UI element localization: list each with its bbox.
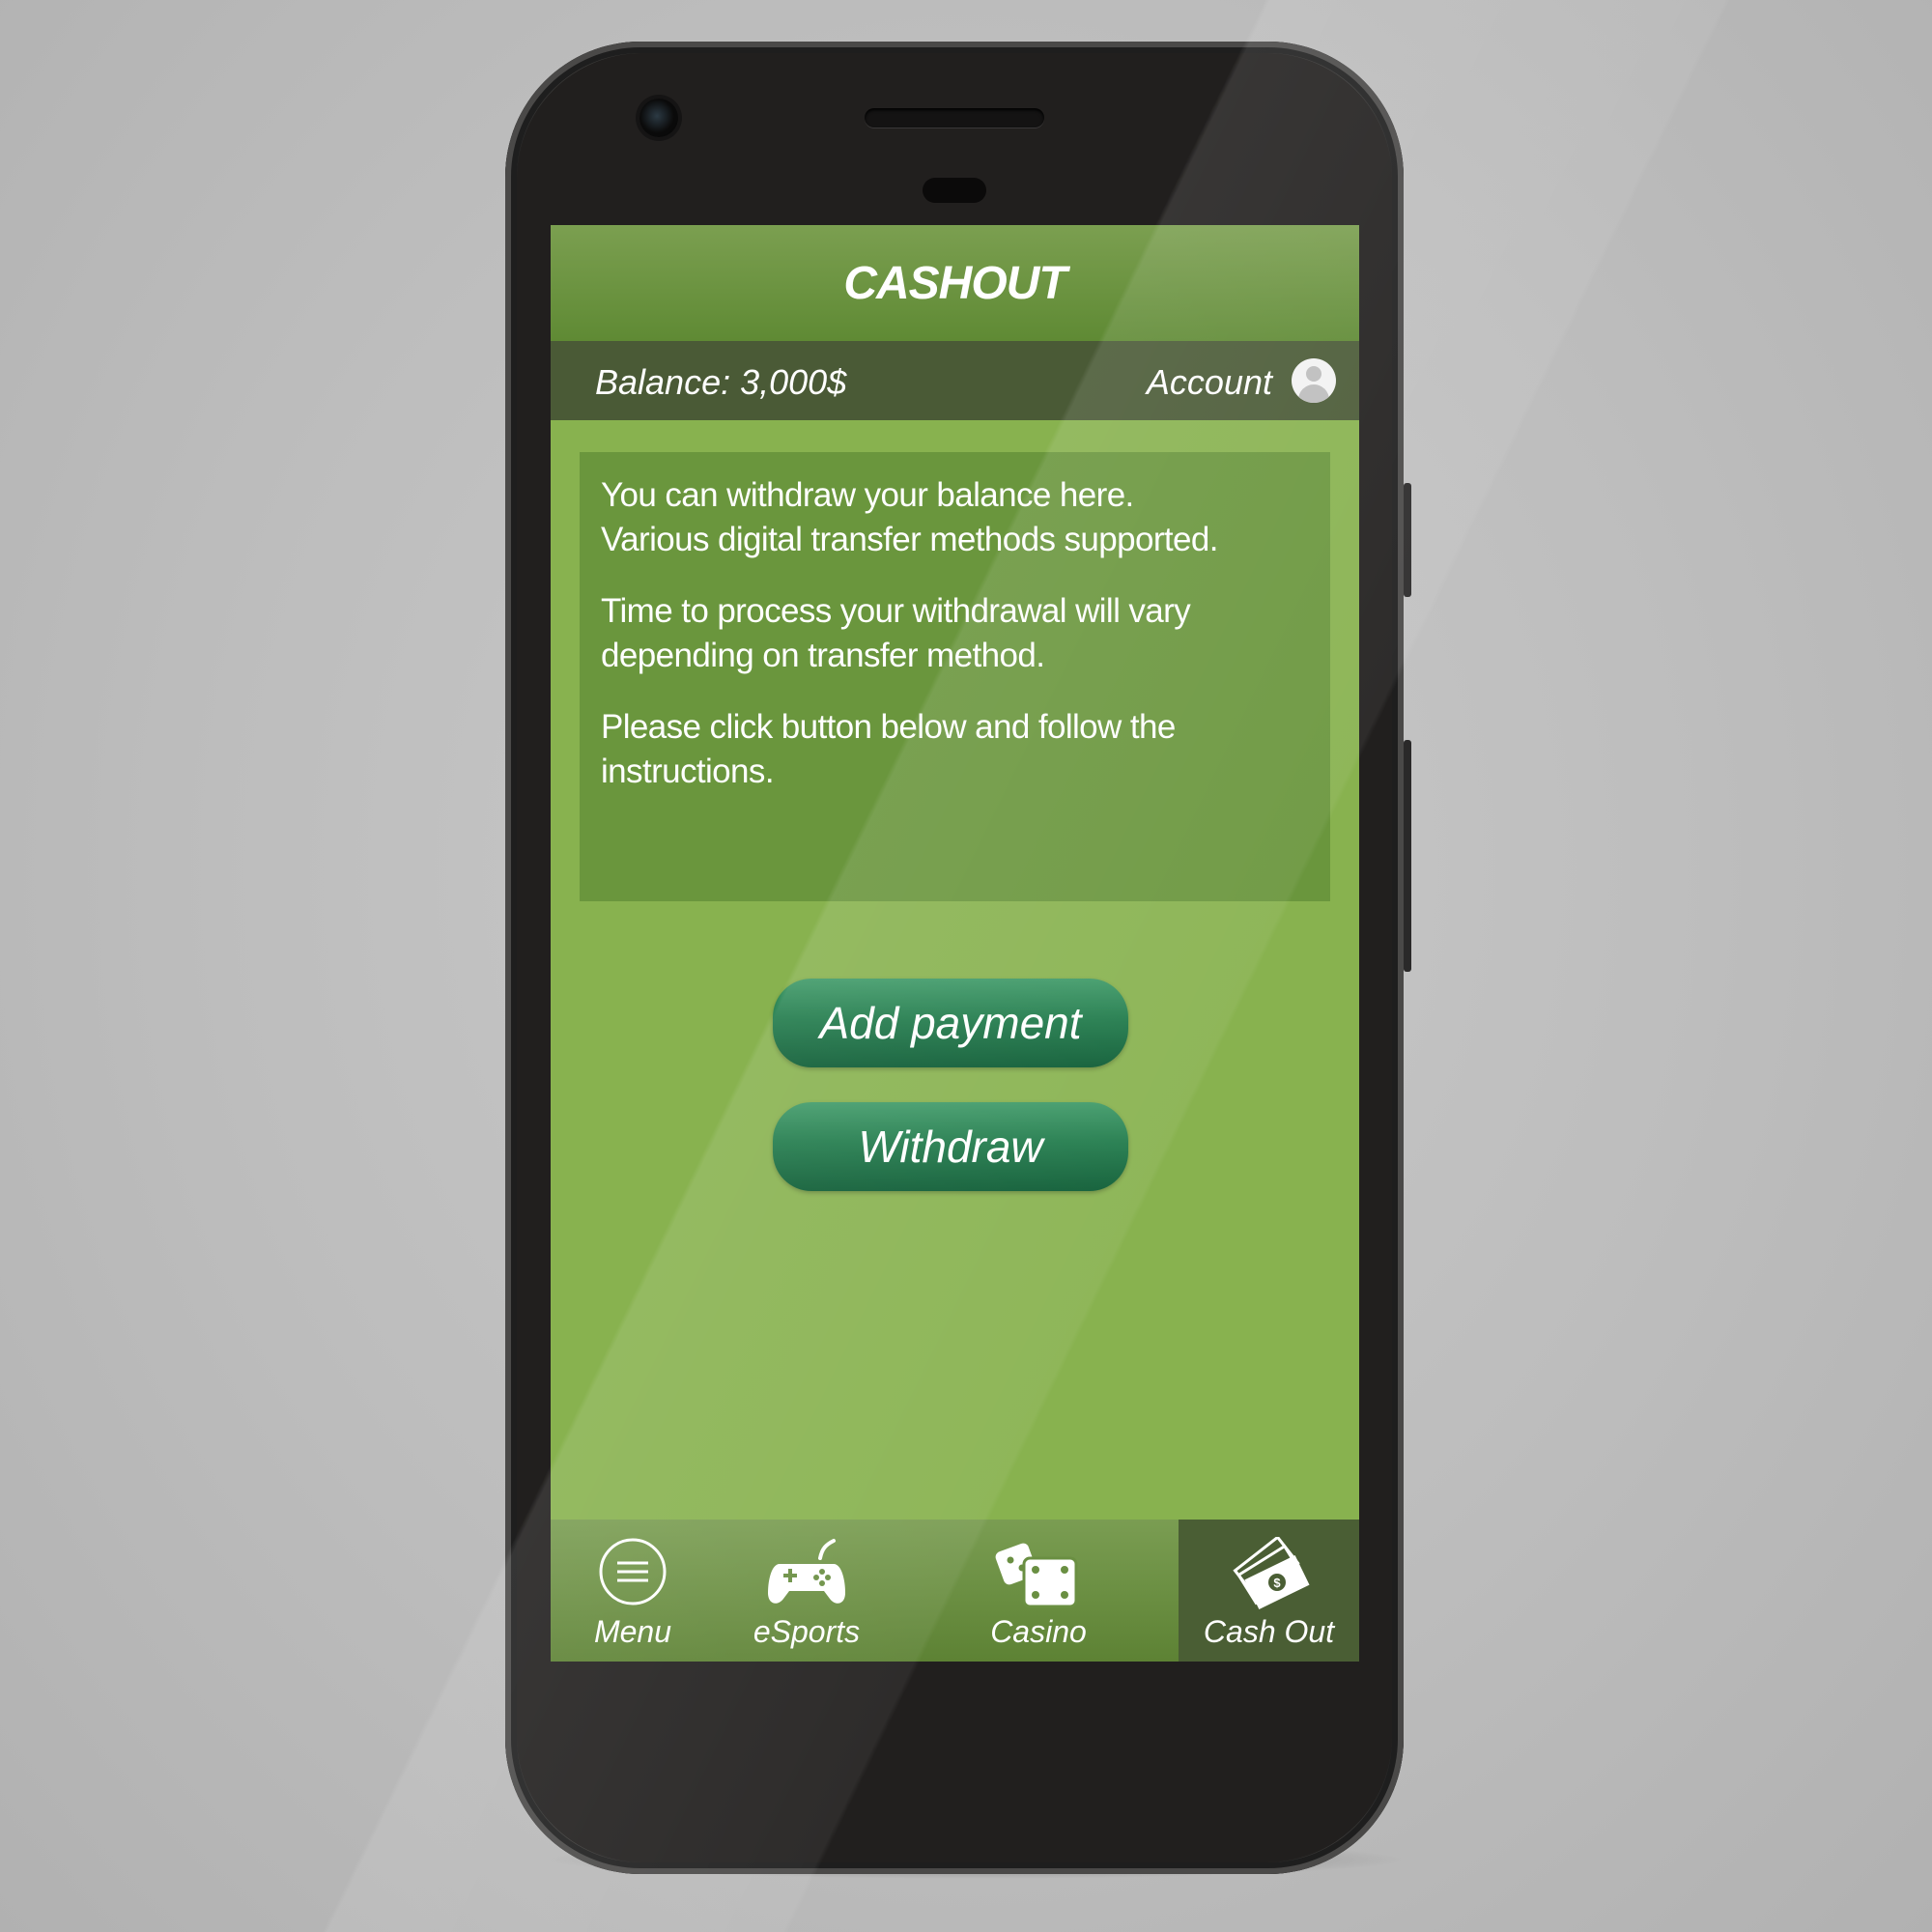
info-paragraph-2: Time to process your withdrawal will var… (601, 589, 1309, 678)
info-box: You can withdraw your balance here. Vari… (580, 452, 1330, 901)
account-avatar-icon[interactable] (1292, 358, 1336, 403)
svg-text:$: $ (1273, 1576, 1281, 1590)
info-line: You can withdraw your balance here. (601, 476, 1134, 514)
info-line: depending on transfer method. (601, 637, 1045, 674)
add-payment-button[interactable]: Add payment (773, 979, 1128, 1067)
title-bar: CASHOUT (551, 225, 1359, 341)
account-link[interactable]: Account (1147, 362, 1272, 403)
balance-text: Balance: 3,000$ (595, 362, 847, 402)
nav-item-menu[interactable]: Menu (551, 1520, 715, 1662)
menu-icon (599, 1538, 667, 1605)
dice-icon (995, 1543, 1078, 1608)
app-screen: CASHOUT Balance: 3,000$ Account You can … (551, 225, 1359, 1662)
nav-label: eSports (753, 1614, 861, 1649)
nav-item-cash-out[interactable]: $ Cash Out (1179, 1520, 1359, 1662)
withdraw-button[interactable]: Withdraw (773, 1102, 1128, 1191)
info-line: Various digital transfer methods support… (601, 521, 1219, 558)
earpiece-speaker (865, 108, 1044, 128)
volume-button (1404, 740, 1411, 972)
nav-label: Menu (593, 1614, 672, 1649)
cash-icon: $ (1232, 1537, 1310, 1609)
proximity-sensor (923, 178, 986, 203)
info-paragraph-1: You can withdraw your balance here. Vari… (601, 473, 1309, 562)
nav-item-esports[interactable]: eSports (715, 1520, 898, 1662)
page-title: CASHOUT (843, 257, 1066, 309)
info-line: instructions. (601, 753, 775, 790)
info-line: Please click button below and follow the (601, 708, 1176, 746)
nav-item-casino[interactable]: Casino (898, 1520, 1179, 1662)
info-paragraph-3: Please click button below and follow the… (601, 705, 1309, 794)
front-camera (639, 99, 678, 137)
nav-label: Cash Out (1203, 1614, 1335, 1649)
gamepad-icon (768, 1539, 845, 1604)
bottom-nav: Menu eSports Casino $ Cash Out (551, 1520, 1359, 1662)
info-line: Time to process your withdrawal will var… (601, 592, 1191, 630)
balance-bar: Balance: 3,000$ Account (551, 341, 1359, 420)
nav-label: Casino (990, 1614, 1087, 1649)
power-button (1404, 483, 1411, 597)
